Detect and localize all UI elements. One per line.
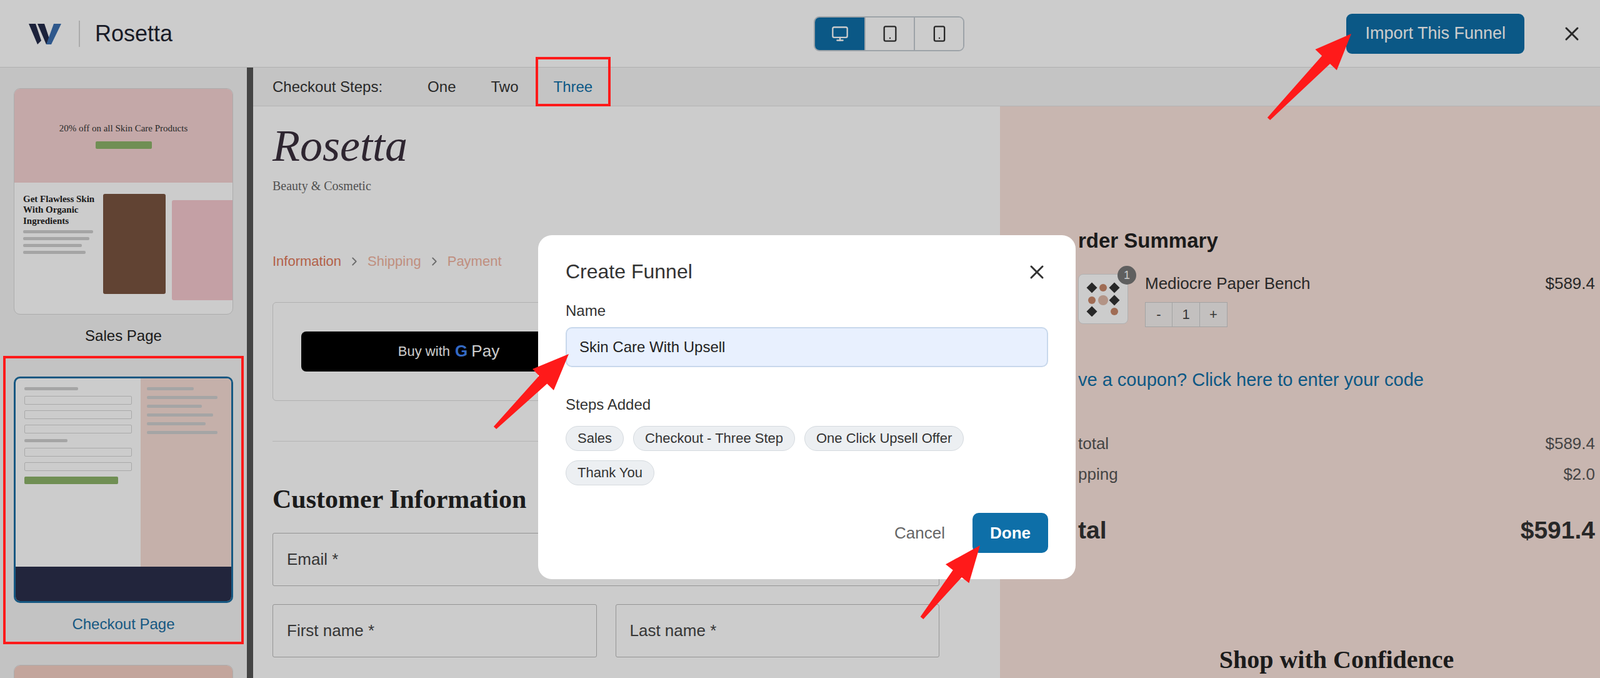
cancel-button[interactable]: Cancel xyxy=(894,523,945,543)
funnel-preview: RosettaImport This Funnel20% off on all … xyxy=(0,0,1600,678)
step-tag: Checkout - Three Step xyxy=(633,425,795,451)
close-icon[interactable] xyxy=(1025,260,1049,284)
step-tag: One Click Upsell Offer xyxy=(804,425,964,451)
done-button[interactable]: Done xyxy=(972,512,1049,553)
steps-list: Sales Checkout - Three Step One Click Upse… xyxy=(565,425,1049,485)
dialog-title: Create Funnel xyxy=(565,260,693,284)
field-label: Steps Added xyxy=(565,395,1049,414)
step-tag: Sales xyxy=(565,425,624,451)
annotation-arrow-icon xyxy=(493,353,569,429)
name-input[interactable] xyxy=(565,326,1049,367)
field-label: Name xyxy=(565,301,1049,320)
create-funnel-dialog: Create Funnel Name Steps Added Sales Checkou… xyxy=(538,235,1076,579)
annotation-arrow-icon xyxy=(1267,33,1352,120)
step-tag: Thank You xyxy=(565,460,655,485)
annotation-arrow-icon xyxy=(920,545,980,619)
